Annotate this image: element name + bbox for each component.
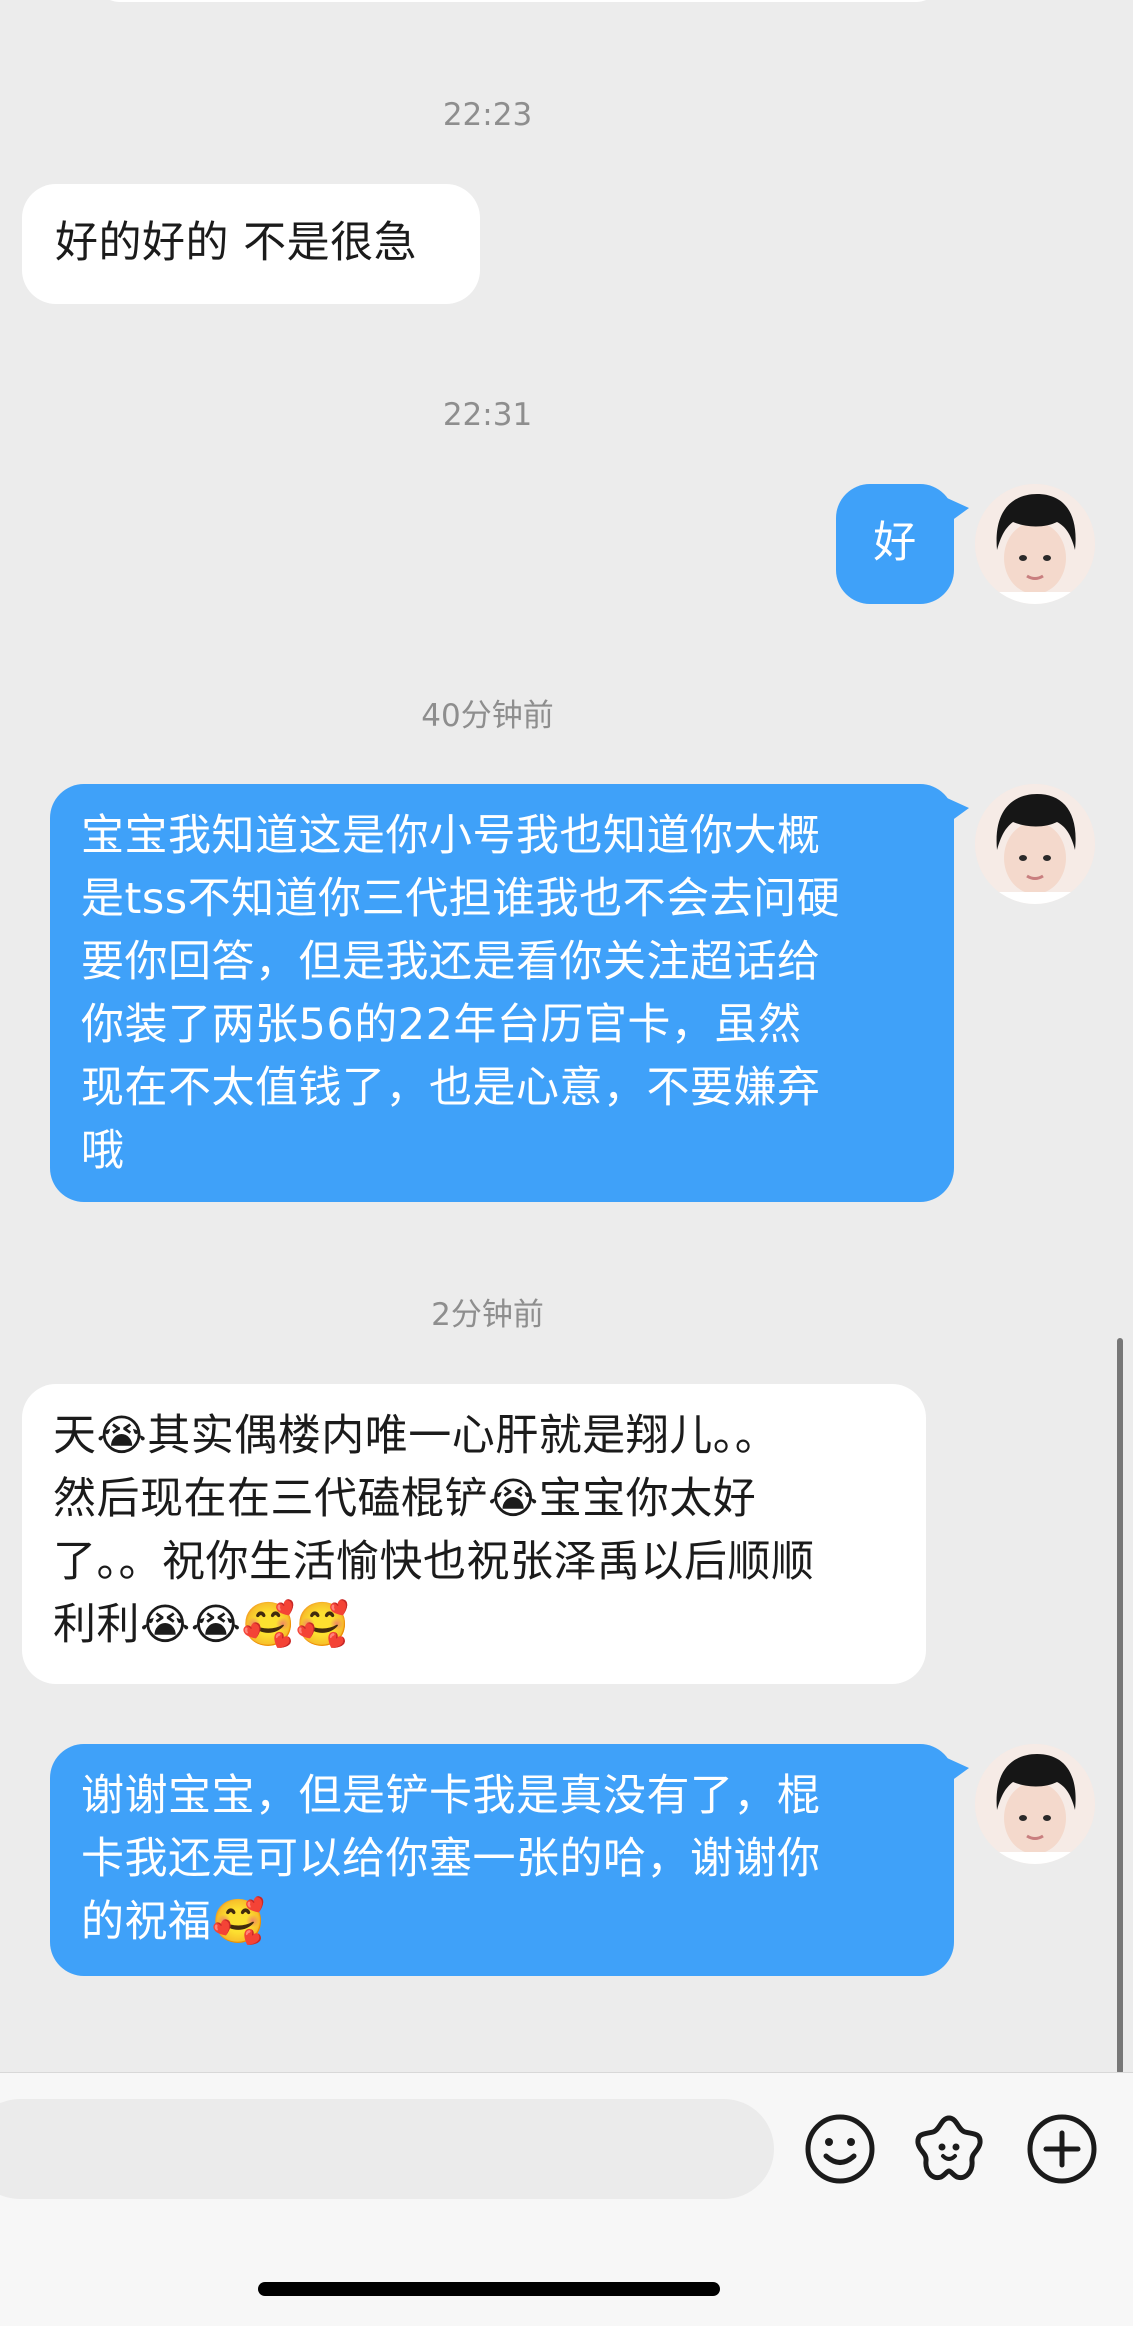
timestamp: 2分钟前 <box>431 1297 544 1333</box>
message-line: 要你回答，但是我还是看你关注超话给 <box>81 937 821 987</box>
previous-message-bubble <box>98 0 938 2</box>
avatar[interactable] <box>975 784 1095 904</box>
avatar-image <box>975 484 1095 604</box>
scrollbar[interactable] <box>1117 1338 1123 2072</box>
message-line: 谢谢宝宝，但是铲卡我是真没有了，棍 <box>81 1771 821 1821</box>
message-line: 利利😭😭🥰🥰 <box>53 1600 350 1650</box>
avatar[interactable] <box>975 1744 1095 1864</box>
message-line: 了。。祝你生活愉快也祝张泽禹以后顺顺 <box>53 1537 815 1587</box>
message-line: 然后现在在三代磕棍铲😭宝宝你太好 <box>53 1474 757 1524</box>
message-input[interactable] <box>0 2099 774 2199</box>
incoming-message[interactable]: 好的好的 不是很急 <box>22 184 480 304</box>
message-line: 是tss不知道你三代担谁我也不会去问硬 <box>81 874 841 924</box>
sticker-button[interactable] <box>911 2111 987 2187</box>
sticker-icon <box>915 2115 983 2181</box>
incoming-message[interactable]: 天😭其实偶楼内唯一心肝就是翔儿。。 然后现在在三代磕棍铲😭宝宝你太好 了。。祝你… <box>22 1384 926 1684</box>
add-button[interactable] <box>1024 2111 1100 2187</box>
outgoing-message[interactable]: 宝宝我知道这是你小号我也知道你大概 是tss不知道你三代担谁我也不会去问硬 要你… <box>50 784 969 1202</box>
timestamp: 40分钟前 <box>421 698 554 734</box>
input-bar <box>0 2072 1133 2326</box>
avatar-image <box>975 784 1095 904</box>
outgoing-message[interactable]: 谢谢宝宝，但是铲卡我是真没有了，棍 卡我还是可以给你塞一张的哈，谢谢你 的祝福🥰 <box>50 1744 969 1976</box>
emoji-icon <box>805 2114 875 2184</box>
timestamp: 22:31 <box>442 397 533 433</box>
message-text: 好的好的 不是很急 <box>55 218 418 268</box>
message-line: 卡我还是可以给你塞一张的哈，谢谢你 <box>81 1834 821 1884</box>
message-line: 天😭其实偶楼内唯一心肝就是翔儿。。 <box>53 1411 779 1461</box>
emoji-button[interactable] <box>802 2111 878 2187</box>
chat-area[interactable]: 22:23 好的好的 不是很急 22:31 好 40分钟前 宝宝我知道这是你小号… <box>0 0 1133 2072</box>
home-indicator[interactable] <box>258 2282 720 2296</box>
avatar[interactable] <box>975 484 1095 604</box>
message-line: 的祝福🥰 <box>81 1897 266 1947</box>
avatar-image <box>975 1744 1095 1864</box>
message-text: 好 <box>873 518 917 568</box>
message-line: 现在不太值钱了，也是心意，不要嫌弃 <box>81 1063 821 1113</box>
timestamp: 22:23 <box>442 97 533 133</box>
message-line: 宝宝我知道这是你小号我也知道你大概 <box>81 811 821 861</box>
outgoing-message[interactable]: 好 <box>836 484 969 604</box>
message-line: 哦 <box>81 1126 125 1176</box>
message-line: 你装了两张56的22年台历官卡，虽然 <box>81 1000 802 1050</box>
add-icon <box>1027 2114 1097 2184</box>
